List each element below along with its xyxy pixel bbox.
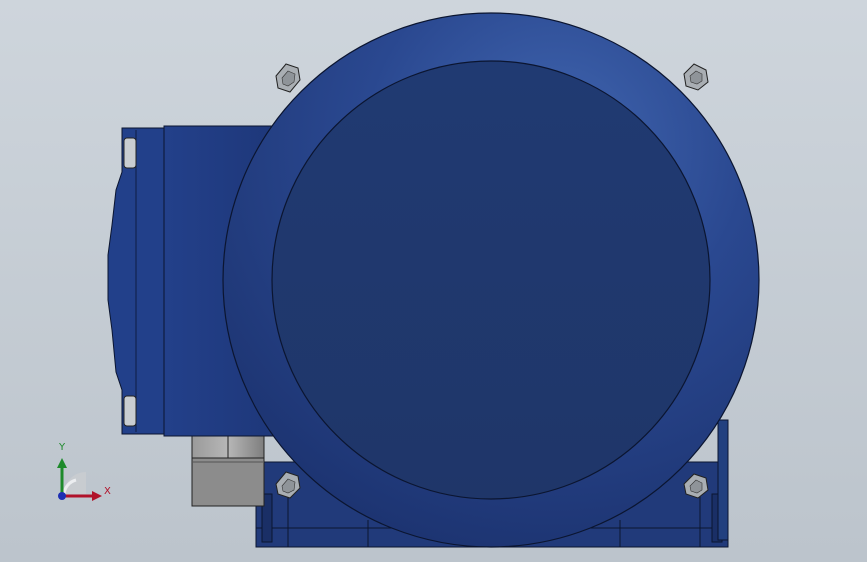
- flange-bolt-top-left: [275, 63, 301, 93]
- z-axis-origin: [58, 492, 66, 500]
- motor-end-face[interactable]: [271, 60, 711, 500]
- triad-graphic: [57, 458, 102, 501]
- y-axis-label: Y: [59, 442, 66, 453]
- flange-bolt-top-right: [683, 63, 709, 91]
- terminal-bolt-top: [123, 137, 137, 169]
- x-axis-label: X: [104, 486, 111, 497]
- terminal-bolt-bottom: [123, 395, 137, 427]
- cable-gland-fitting[interactable]: [191, 435, 265, 507]
- motor-front-view-model[interactable]: [0, 0, 867, 562]
- axis-triad: Y X: [40, 438, 130, 518]
- cad-graphics-viewport[interactable]: Y X: [0, 0, 867, 562]
